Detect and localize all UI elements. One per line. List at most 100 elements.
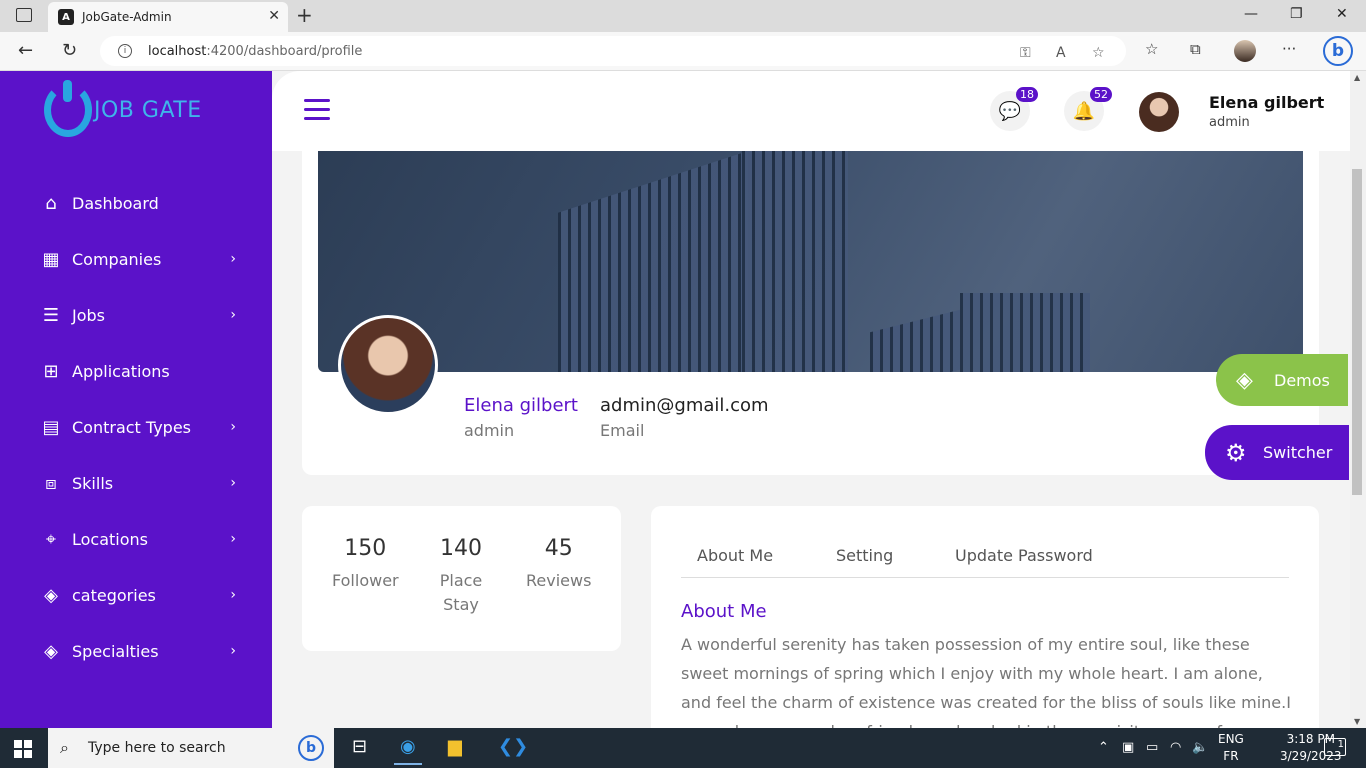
scroll-up-icon[interactable]: ▲ (1354, 73, 1360, 82)
notifications-button[interactable]: 🔔 52 (1064, 87, 1112, 131)
read-aloud-icon[interactable]: A (1056, 45, 1066, 61)
chevron-right-icon: › (230, 307, 236, 323)
close-tab-icon[interactable]: ✕ (268, 8, 280, 24)
sidebar-item-jobs[interactable]: ☰ Jobs › (0, 287, 272, 343)
edge-icon[interactable]: ◉ (394, 736, 422, 765)
scrollbar-thumb[interactable] (1352, 169, 1362, 495)
url-path: :4200/dashboard/profile (206, 43, 363, 59)
list-icon: ☰ (42, 304, 60, 326)
profile-email-label: Email (600, 421, 645, 440)
top-header: 💬 18 🔔 52 Elena gilbert admin (272, 71, 1350, 151)
address-bar[interactable]: i localhost:4200/dashboard/profile ⚿ A ☆ (100, 36, 1126, 66)
sidebar-item-label: Jobs (72, 305, 105, 325)
logo[interactable]: JOB GATE (44, 80, 202, 137)
user-avatar[interactable] (1139, 92, 1179, 132)
sidebar: JOB GATE ⌂ Dashboard ▦ Companies › ☰ Job… (0, 71, 272, 728)
vscode-icon[interactable]: ❮❯ (498, 736, 528, 757)
key-icon[interactable]: ⚿ (1020, 45, 1031, 61)
building-graphic (960, 293, 1090, 372)
sidebar-item-applications[interactable]: ⊞ Applications (0, 343, 272, 399)
battery-icon[interactable]: ▭ (1146, 740, 1158, 755)
profile-role: admin (464, 421, 515, 440)
scroll-down-icon[interactable]: ▼ (1354, 717, 1360, 726)
file-explorer-icon[interactable]: ▆ (448, 736, 462, 757)
taskbar-search[interactable]: ⌕ Type here to search b (48, 728, 334, 768)
task-view-icon[interactable]: ⊟ (352, 736, 367, 757)
sidebar-item-locations[interactable]: ⌖ Locations › (0, 511, 272, 567)
messages-button[interactable]: 💬 18 (990, 87, 1038, 131)
tab-update-password[interactable]: Update Password (955, 546, 1093, 565)
angular-favicon-icon: A (58, 9, 74, 25)
sidebar-item-contract-types[interactable]: ▤ Contract Types › (0, 399, 272, 455)
apps-icon: ⊞ (43, 360, 59, 382)
show-hidden-icons-icon[interactable]: ⌃ (1098, 740, 1109, 755)
lang-bottom: FR (1223, 749, 1239, 763)
profile-name: Elena gilbert (464, 395, 578, 416)
building-graphic (558, 151, 748, 372)
back-icon[interactable]: ← (18, 40, 33, 61)
stat-value: 140 (440, 536, 482, 561)
chevron-right-icon: › (230, 531, 236, 547)
about-card: About Me Setting Update Password About M… (651, 506, 1319, 728)
sidebar-item-specialties[interactable]: ◈ Specialties › (0, 623, 272, 679)
notifications-badge: 52 (1090, 87, 1112, 102)
favorites-icon[interactable]: ☆ (1145, 40, 1158, 58)
sidebar-item-label: Dashboard (72, 193, 159, 213)
volume-icon[interactable]: 🔈 (1192, 740, 1208, 755)
windows-start-icon[interactable] (14, 740, 32, 758)
user-name[interactable]: Elena gilbert (1209, 93, 1324, 112)
about-text: A wonderful serenity has taken possessio… (681, 635, 1291, 728)
notification-count: 1 (1337, 739, 1344, 750)
stat-label: Follower (332, 571, 399, 590)
browser-tab[interactable]: A JobGate-Admin ✕ (48, 2, 288, 32)
switcher-button[interactable]: ⚙ Switcher (1205, 425, 1349, 480)
building-graphic (870, 309, 960, 372)
menu-toggle-icon[interactable] (304, 99, 330, 126)
notification-center-icon[interactable]: 1 (1324, 738, 1346, 756)
layers-icon: ◈ (44, 584, 58, 606)
profile-avatar[interactable] (338, 315, 438, 415)
location-icon: ⌖ (45, 528, 57, 550)
logo-mark-icon (44, 80, 92, 137)
demos-button[interactable]: ◈ Demos (1216, 354, 1348, 406)
search-placeholder: Type here to search (88, 740, 226, 756)
sidebar-item-dashboard[interactable]: ⌂ Dashboard (0, 175, 272, 231)
bell-icon: 🔔 (1072, 100, 1096, 122)
url-host: localhost (148, 43, 207, 59)
logo-text: JOB GATE (94, 97, 202, 123)
tab-setting[interactable]: Setting (836, 546, 893, 565)
sidebar-item-skills[interactable]: ⧈ Skills › (0, 455, 272, 511)
more-icon[interactable]: ··· (1282, 40, 1296, 58)
language-indicator[interactable]: ENG FR (1218, 731, 1244, 765)
bing-icon[interactable]: b (1323, 36, 1353, 66)
new-tab-icon[interactable]: + (296, 3, 313, 27)
sidebar-item-companies[interactable]: ▦ Companies › (0, 231, 272, 287)
collections-icon[interactable]: ⧉ (1190, 40, 1201, 58)
browser-tab-bar: A JobGate-Admin ✕ + — ❐ ✕ (0, 0, 1366, 32)
minimize-icon[interactable]: — (1244, 6, 1258, 22)
sidebar-menu: ⌂ Dashboard ▦ Companies › ☰ Jobs › ⊞ App… (0, 175, 272, 679)
add-favorite-icon[interactable]: ☆ (1092, 45, 1105, 61)
site-info-icon[interactable]: i (118, 44, 132, 58)
layers-icon: ◈ (1236, 367, 1253, 393)
document-icon: ▤ (42, 416, 60, 438)
stat-place-stay: 140 Place Stay (436, 536, 486, 617)
tab-actions-icon[interactable] (16, 8, 32, 22)
meet-icon[interactable]: ▣ (1122, 740, 1134, 755)
refresh-icon[interactable]: ↻ (62, 40, 77, 61)
tab-about-me[interactable]: About Me (697, 546, 773, 565)
bing-icon[interactable]: b (298, 735, 324, 761)
sidebar-item-categories[interactable]: ◈ categories › (0, 567, 272, 623)
sidebar-item-label: Specialties (72, 641, 159, 661)
switcher-label: Switcher (1263, 443, 1333, 462)
chevron-right-icon: › (230, 643, 236, 659)
browser-profile-avatar[interactable] (1234, 40, 1256, 62)
sidebar-item-label: Applications (72, 361, 170, 381)
building-icon: ▦ (42, 248, 60, 270)
sidebar-item-label: Locations (72, 529, 149, 549)
user-role: admin (1209, 115, 1250, 130)
page-scrollbar[interactable]: ▲ ▼ (1350, 71, 1366, 728)
close-window-icon[interactable]: ✕ (1336, 6, 1348, 22)
wifi-icon[interactable]: ◠ (1170, 740, 1181, 755)
restore-icon[interactable]: ❐ (1290, 6, 1303, 22)
